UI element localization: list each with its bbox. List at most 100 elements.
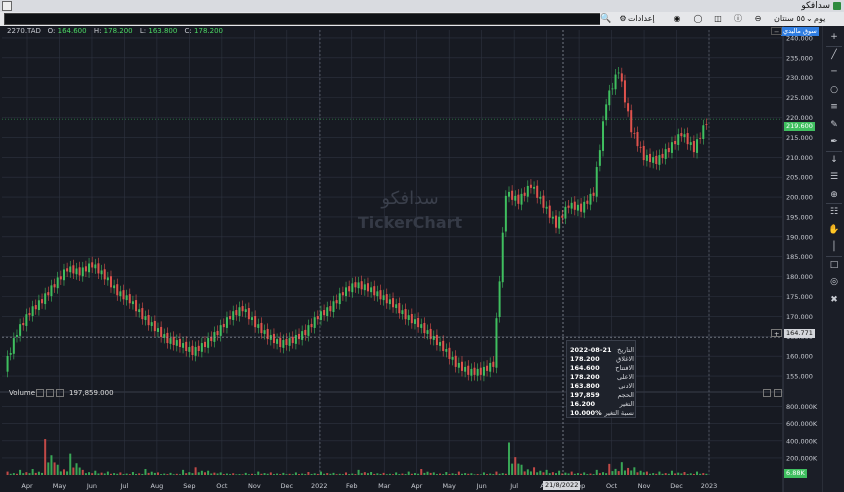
crosshair-icon[interactable]: + (826, 30, 842, 44)
price-tick-label: 215.000 (786, 134, 813, 142)
ruler-icon[interactable]: │ (826, 240, 842, 254)
candle-body (489, 362, 492, 372)
volume-bar (28, 473, 31, 475)
brush-icon[interactable]: ✎ (826, 118, 842, 132)
time-tick-label: Feb (346, 482, 358, 490)
volume-bar (677, 472, 680, 475)
circle-icon[interactable]: ○ (826, 83, 842, 97)
window-control-button[interactable] (2, 1, 12, 11)
volume-bar (298, 474, 301, 475)
add-alert-icon[interactable]: + (771, 329, 783, 338)
chart-type-badge[interactable]: سوق ماليدي (781, 27, 819, 36)
volume-bar (97, 473, 100, 475)
zoom-icon[interactable]: ⊕ (826, 188, 842, 202)
volume-bar (376, 473, 379, 475)
candle-body (388, 299, 391, 305)
volume-bar (489, 473, 492, 475)
volume-bar (216, 473, 219, 475)
candle-body (81, 267, 84, 277)
candle-body (558, 216, 561, 229)
volume-minimize-icon[interactable] (763, 389, 771, 397)
symbol-search-input[interactable] (4, 13, 612, 25)
candle-body (185, 341, 188, 352)
volume-settings-icon[interactable] (36, 389, 44, 397)
candle-body (100, 270, 103, 275)
candle-body (335, 300, 338, 304)
price-tick-label: 180.000 (786, 273, 813, 281)
volume-bar (664, 473, 667, 475)
volume-last-badge: 6.88K (784, 469, 807, 478)
period-selector[interactable]: ٥٥ سنتان (774, 13, 805, 25)
trendline-icon[interactable]: ╱ (826, 48, 842, 62)
minus-circle-icon[interactable]: ⊖ (752, 13, 764, 25)
search-icon[interactable]: 🔍 (600, 13, 612, 25)
candle-body (674, 140, 677, 145)
horizontal-line-icon[interactable]: ─ (826, 65, 842, 79)
data-tooltip: 2022-08-21 التاريخ 178.200 الاغلاق 164.600 ال… (566, 340, 636, 418)
candle-body (357, 282, 360, 289)
volume-bar (705, 473, 708, 475)
settings-button[interactable]: إعدادات (628, 13, 655, 25)
arrow-down-icon[interactable]: ↓ (826, 153, 842, 167)
volume-bar (645, 471, 648, 475)
hide-icon[interactable]: ◎ (826, 275, 842, 289)
fibonacci-icon[interactable]: ≡ (826, 100, 842, 114)
indicators-icon[interactable]: ☰ (826, 170, 842, 184)
crosshair-price-badge: 164.771 (784, 329, 815, 338)
candle-body (291, 336, 294, 344)
candle-body (197, 345, 200, 352)
camera-icon[interactable]: ◉ (671, 13, 683, 25)
eraser-icon[interactable]: □ (826, 258, 842, 272)
interval-selector[interactable]: يوم (814, 13, 825, 25)
volume-bar (294, 472, 297, 475)
volume-bar (229, 474, 232, 475)
time-tick-label: Mar (378, 482, 391, 490)
candle-body (457, 362, 460, 368)
candle-body (348, 286, 351, 292)
hand-icon[interactable]: ✋ (826, 223, 842, 237)
candle-body (91, 262, 94, 268)
volume-bar (103, 473, 106, 475)
info-icon[interactable]: ⓘ (732, 13, 744, 25)
volume-value: 197,859.000 (69, 389, 114, 397)
volume-bar (191, 473, 194, 475)
candle-body (705, 124, 708, 125)
volume-bar (31, 469, 34, 475)
save-layout-icon[interactable]: ◫ (712, 13, 724, 25)
volume-bar (310, 473, 313, 475)
volume-bar (178, 474, 181, 475)
price-chart[interactable]: سدافكو TickerChart 240.000235.000230.000… (0, 26, 820, 492)
panel-minimize-icon[interactable]: − (771, 27, 783, 36)
candle-body (241, 306, 244, 312)
volume-bar (404, 474, 407, 475)
price-tick-label: 200.000 (786, 194, 813, 202)
volume-bar (106, 471, 109, 475)
price-tick-label: 185.000 (786, 253, 813, 261)
volume-bar (56, 464, 59, 475)
volume-tick-label: 400.000K (786, 437, 818, 445)
trash-icon[interactable]: ✖ (826, 293, 842, 307)
volume-bar (44, 439, 47, 475)
binoculars-icon[interactable]: ◯ (692, 13, 704, 25)
volume-bar (116, 473, 119, 475)
volume-bar (426, 471, 429, 475)
chart-area[interactable]: سدافكو TickerChart 240.000 235.000 230.000… (0, 26, 820, 492)
volume-bar (332, 472, 335, 475)
volume-bar (144, 469, 147, 475)
candle-body (492, 361, 495, 367)
candle-body (216, 330, 219, 336)
volume-bar (75, 463, 78, 475)
pattern-icon[interactable]: ☷ (826, 205, 842, 219)
volume-bar (533, 467, 536, 475)
candle-body (232, 311, 235, 320)
volume-hide-icon[interactable] (46, 389, 54, 397)
chevron-down-icon[interactable]: ⌄ (806, 13, 813, 25)
volume-bar (630, 470, 633, 475)
volume-close-icon[interactable] (56, 389, 64, 397)
volume-maximize-icon[interactable] (774, 389, 782, 397)
volume-bar (495, 471, 498, 475)
candle-body (548, 205, 551, 218)
candle-body (6, 355, 9, 372)
candle-body (664, 149, 667, 159)
pen-icon[interactable]: ✒ (826, 135, 842, 149)
